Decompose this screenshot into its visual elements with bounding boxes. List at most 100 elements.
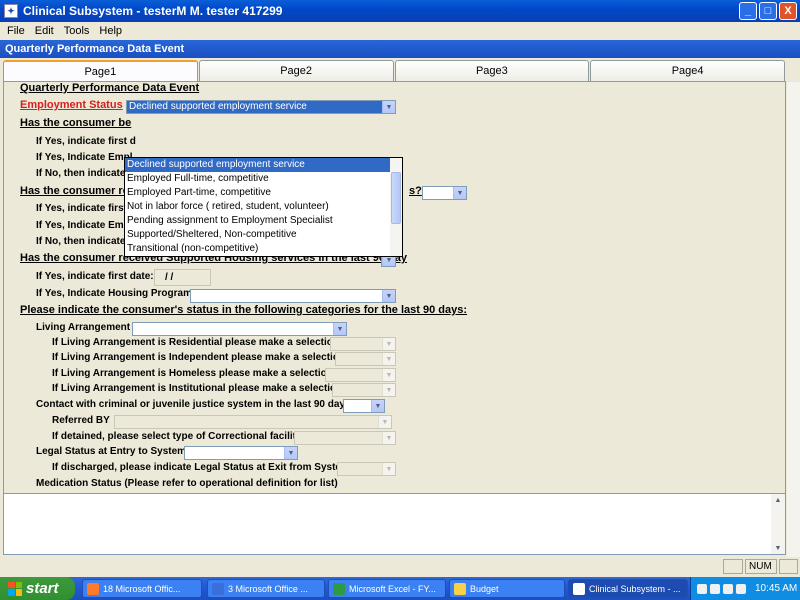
q1-first-date-label: If Yes, indicate first d <box>36 136 136 147</box>
status-cell-empty <box>723 559 743 574</box>
dropdown-option[interactable]: Declined supported employment service <box>125 158 402 172</box>
tab-page4[interactable]: Page4 <box>590 60 785 82</box>
scroll-down-icon[interactable]: ▼ <box>772 542 784 554</box>
q2-yes-no-select[interactable]: ▼ <box>422 186 467 200</box>
maximize-button[interactable]: □ <box>759 2 777 20</box>
folder-icon <box>454 582 466 595</box>
menu-file[interactable]: File <box>2 25 30 37</box>
status-cell-grip <box>779 559 798 574</box>
notes-scrollbar[interactable]: ▲ ▼ <box>771 494 785 554</box>
chevron-down-icon[interactable]: ▼ <box>453 187 466 199</box>
q1-no-reason-label: If No, then indicate th <box>36 168 138 179</box>
la-independent-select[interactable]: ▼ <box>335 352 396 366</box>
taskbar-item[interactable]: Microsoft Excel - FY... <box>328 579 446 598</box>
dropdown-option[interactable]: Pending assignment to Employment Special… <box>125 214 402 228</box>
dropdown-option[interactable]: Employed Full-time, competitive <box>125 172 402 186</box>
justice-contact-label: Contact with criminal or juvenile justic… <box>36 399 357 410</box>
scrollbar-thumb[interactable] <box>391 172 401 224</box>
taskbar-item[interactable]: 3 Microsoft Office ... <box>207 579 325 598</box>
detained-facility-label: If detained, please select type of Corre… <box>52 431 305 442</box>
la-independent-label: If Living Arrangement is Independent ple… <box>52 352 349 363</box>
section-title: Quarterly Performance Data Event <box>20 82 200 94</box>
minimize-button[interactable]: _ <box>739 2 757 20</box>
taskbar-item[interactable]: Budget <box>449 579 565 598</box>
tab-page2[interactable]: Page2 <box>198 60 394 82</box>
chevron-down-icon[interactable]: ▼ <box>284 447 297 459</box>
la-homeless-select[interactable]: ▼ <box>325 368 396 382</box>
chevron-down-icon: ▼ <box>382 463 395 475</box>
clock: 10:45 AM <box>755 583 798 594</box>
scroll-up-icon[interactable]: ▲ <box>772 494 784 506</box>
taskbar-item-active[interactable]: Clinical Subsystem - ... <box>568 579 688 598</box>
chevron-down-icon[interactable]: ▼ <box>382 101 395 113</box>
status-bar: NUM <box>0 557 800 576</box>
housing-program-label: If Yes, Indicate Housing Program <box>36 288 192 299</box>
detained-facility-select[interactable]: ▼ <box>294 431 396 445</box>
dropdown-option[interactable]: Employed Part-time, competitive <box>125 186 402 200</box>
tab-strip: Page1 Page2 Page3 Page4 <box>3 60 786 82</box>
la-institutional-select[interactable]: ▼ <box>332 383 396 397</box>
chevron-down-icon[interactable]: ▼ <box>371 400 384 412</box>
status-categories-heading: Please indicate the consumer's status in… <box>20 304 468 316</box>
windows-logo-icon <box>8 581 22 596</box>
tray-icon[interactable] <box>723 583 733 594</box>
question-supported-employment: Has the consumer be <box>20 117 132 129</box>
page1-panel: Quarterly Performance Data Event Employm… <box>3 81 786 533</box>
living-arrangement-label: Living Arrangement <box>36 322 131 333</box>
chevron-down-icon: ▼ <box>382 338 395 350</box>
taskbar: start 18 Microsoft Offic... 3 Microsoft … <box>0 577 800 600</box>
num-lock-indicator: NUM <box>745 559 777 574</box>
menu-edit[interactable]: Edit <box>30 25 59 37</box>
taskbar-item[interactable]: 18 Microsoft Offic... <box>82 579 202 598</box>
living-arrangement-select[interactable]: ▼ <box>132 322 347 336</box>
tab-page3[interactable]: Page3 <box>394 60 590 82</box>
employment-status-label: Employment Status <box>20 99 123 111</box>
question-received-employment-end: s? <box>409 185 422 197</box>
dropdown-scrollbar[interactable] <box>390 158 402 256</box>
chevron-down-icon[interactable]: ▼ <box>333 323 346 335</box>
form-window: Quarterly Performance Data Event Page1 P… <box>0 40 800 577</box>
employment-status-value: Declined supported employment service <box>129 101 307 112</box>
legal-status-exit-select[interactable]: ▼ <box>337 462 396 476</box>
q1-employment-label: If Yes, Indicate Empl <box>36 152 133 163</box>
housing-program-select[interactable]: ▼ <box>190 289 396 303</box>
excel-icon <box>333 582 345 595</box>
employment-status-dropdown[interactable]: Declined supported employment service Em… <box>124 157 403 257</box>
taskbar-item-label: Budget <box>470 583 499 594</box>
dropdown-option[interactable]: Not in labor force ( retired, student, v… <box>125 200 402 214</box>
chevron-down-icon: ▼ <box>382 369 395 381</box>
legal-status-entry-select[interactable]: ▼ <box>184 446 298 460</box>
q2-first-date-label: If Yes, indicate first d <box>36 203 136 214</box>
housing-first-date-field[interactable]: / / <box>154 269 211 286</box>
referred-by-select[interactable]: ▼ <box>114 415 392 429</box>
tray-icon[interactable] <box>736 583 746 594</box>
taskbar-item-label: Clinical Subsystem - ... <box>589 583 681 594</box>
tray-icon[interactable] <box>710 583 720 594</box>
la-residential-select[interactable]: ▼ <box>330 337 396 351</box>
taskbar-item-label: Microsoft Excel - FY... <box>349 583 436 594</box>
start-button[interactable]: start <box>0 577 75 600</box>
employment-status-select[interactable]: Declined supported employment service ▼ <box>126 100 396 114</box>
notes-textarea[interactable]: ▲ ▼ <box>3 493 786 555</box>
justice-contact-select[interactable]: ▼ <box>343 399 385 413</box>
chevron-down-icon[interactable]: ▼ <box>382 290 395 302</box>
title-bar: ✦ Clinical Subsystem - testerM M. tester… <box>0 0 800 22</box>
menu-help[interactable]: Help <box>94 25 127 37</box>
close-button[interactable]: X <box>779 2 797 20</box>
dropdown-option[interactable]: Transitional (non-competitive) <box>125 242 402 256</box>
dropdown-option[interactable]: Supported/Sheltered, Non-competitive <box>125 228 402 242</box>
menu-tools[interactable]: Tools <box>59 25 95 37</box>
taskbar-item-label: 3 Microsoft Office ... <box>228 583 308 594</box>
tray-icon[interactable] <box>697 583 707 594</box>
word-icon <box>212 582 224 595</box>
window-scrollbar[interactable] <box>787 82 800 557</box>
la-residential-label: If Living Arrangement is Residential ple… <box>52 337 343 348</box>
legal-status-exit-label: If discharged, please indicate Legal Sta… <box>52 462 350 473</box>
app-icon: ✦ <box>4 4 18 18</box>
chevron-down-icon: ▼ <box>382 384 395 396</box>
chevron-down-icon: ▼ <box>382 353 395 365</box>
app-icon <box>573 582 585 595</box>
chevron-down-icon: ▼ <box>382 432 395 444</box>
medication-status-label: Medication Status (Please refer to opera… <box>36 478 338 489</box>
tab-page1[interactable]: Page1 <box>3 60 198 82</box>
